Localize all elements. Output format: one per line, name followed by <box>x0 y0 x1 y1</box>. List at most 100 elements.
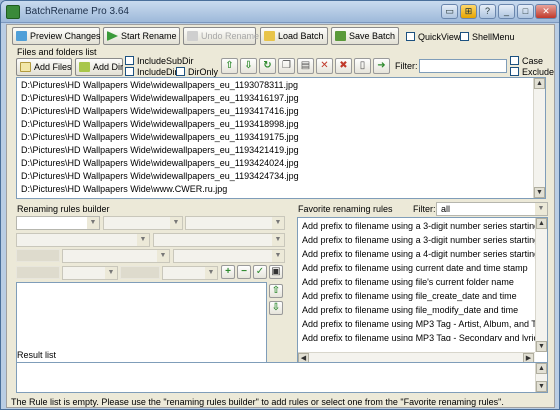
favorites-filter-select[interactable]: all ▼ <box>436 202 548 216</box>
add-rule-icon[interactable]: + <box>221 265 235 279</box>
rule-up-icon[interactable]: ⇧ <box>269 284 283 298</box>
rule-option-select-7[interactable]: ▼ <box>62 266 118 280</box>
apply-rule-icon[interactable]: ✓ <box>253 265 267 279</box>
list-item[interactable]: D:\Pictures\HD Wallpapers Wide\www.CWER.… <box>21 184 227 194</box>
refresh-icon[interactable]: ↻ <box>259 58 276 74</box>
list-item[interactable]: D:\Pictures\HD Wallpapers Wide\widewallp… <box>21 132 299 142</box>
chevron-down-icon: ▼ <box>272 217 284 229</box>
case-checkbox[interactable]: Case <box>510 56 543 66</box>
chevron-down-icon: ▼ <box>137 234 149 246</box>
document-icon[interactable]: ▯ <box>354 58 371 74</box>
shellmenu-checkbox[interactable]: ShellMenu <box>460 32 515 42</box>
quickview-box[interactable] <box>406 32 415 41</box>
list-item[interactable]: Add prefix to filename using a 3-digit n… <box>302 221 547 231</box>
load-batch-button[interactable]: Load Batch <box>260 27 328 45</box>
start-label: Start Rename <box>121 31 177 41</box>
dir-only-label: DirOnly <box>188 67 219 77</box>
files-list[interactable]: D:\Pictures\HD Wallpapers Wide\widewallp… <box>16 77 546 199</box>
add-dir-button[interactable]: Add Dir <box>75 58 123 76</box>
undo-label: Undo Rename <box>201 31 260 41</box>
scroll-up-icon[interactable]: ▲ <box>536 363 547 374</box>
play-icon <box>107 31 118 41</box>
exclude-label: Exclude <box>522 67 555 77</box>
add-folder-icon <box>79 62 90 72</box>
list-item[interactable]: Add prefix to filename using MP3 Tag - S… <box>302 333 547 341</box>
list-item[interactable]: Add prefix to filename using file_modify… <box>302 305 518 315</box>
move-up-icon[interactable]: ⇧ <box>221 58 238 74</box>
result-list[interactable]: ▲ ▼ <box>16 362 548 393</box>
list-item[interactable]: D:\Pictures\HD Wallpapers Wide\widewallp… <box>21 93 299 103</box>
list-item[interactable]: Add prefix to filename using a 3-digit n… <box>302 235 547 245</box>
minimize-icon[interactable]: _ <box>498 4 515 19</box>
chevron-down-icon: ▼ <box>105 267 117 279</box>
rule-type-select[interactable]: ▼ <box>16 216 100 230</box>
chevron-down-icon: ▼ <box>535 203 547 215</box>
maximize-icon[interactable]: □ <box>517 4 534 19</box>
list-item[interactable]: D:\Pictures\HD Wallpapers Wide\widewallp… <box>21 145 299 155</box>
preview-icon <box>16 31 27 41</box>
list-item[interactable]: D:\Pictures\HD Wallpapers Wide\widewallp… <box>21 106 299 116</box>
preview-changes-button[interactable]: Preview Changes <box>12 27 101 45</box>
app-icon <box>6 5 20 19</box>
list-item[interactable]: Add prefix to filename using MP3 Tag - A… <box>302 319 547 329</box>
list-item[interactable]: D:\Pictures\HD Wallpapers Wide\widewallp… <box>21 119 299 129</box>
rule-option-select-1[interactable]: ▼ <box>103 216 183 230</box>
list-item[interactable]: Add prefix to filename using current dat… <box>302 263 528 273</box>
paste-icon[interactable]: ▤ <box>297 58 314 74</box>
save-rule-icon[interactable]: ▣ <box>269 265 283 279</box>
help-icon[interactable]: ? <box>479 4 496 19</box>
shellmenu-box[interactable] <box>460 32 469 41</box>
windows-logo-icon[interactable]: ⊞ <box>460 4 477 19</box>
clear-list-icon[interactable]: ✖ <box>335 58 352 74</box>
add-files-label: Add Files <box>34 62 72 72</box>
exclude-checkbox[interactable]: Exclude <box>510 67 554 77</box>
list-item[interactable]: Add prefix to filename using a 4-digit n… <box>302 249 547 259</box>
result-scrollbar[interactable]: ▲ ▼ <box>535 363 547 392</box>
scroll-down-icon[interactable]: ▼ <box>534 187 545 198</box>
list-item[interactable]: Add prefix to filename using file_create… <box>302 291 517 301</box>
list-item[interactable]: D:\Pictures\HD Wallpapers Wide\widewallp… <box>21 158 299 168</box>
close-icon[interactable]: ✕ <box>535 4 557 19</box>
scroll-down-icon[interactable]: ▼ <box>536 381 547 392</box>
scroll-down-icon[interactable]: ▼ <box>536 341 547 352</box>
include-dir-box[interactable] <box>125 67 134 76</box>
include-subdir-box[interactable] <box>125 56 134 65</box>
rule-down-icon[interactable]: ⇩ <box>269 301 283 315</box>
undo-rename-button[interactable]: Undo Rename <box>183 27 260 45</box>
remove-rule-icon[interactable]: − <box>237 265 251 279</box>
favorites-list[interactable]: Add prefix to filename using a 3-digit n… <box>297 217 548 365</box>
list-item[interactable]: Add prefix to filename using file's curr… <box>302 277 514 287</box>
start-rename-button[interactable]: Start Rename <box>103 27 180 45</box>
copy-icon[interactable]: ❐ <box>278 58 295 74</box>
favorites-scrollbar[interactable]: ▲ ▼ <box>535 218 547 352</box>
list-item[interactable]: D:\Pictures\HD Wallpapers Wide\widewallp… <box>21 80 298 90</box>
list-item[interactable]: D:\Pictures\HD Wallpapers Wide\widewallp… <box>21 171 299 181</box>
dir-only-box[interactable] <box>176 67 185 76</box>
rule-option-select-2[interactable]: ▼ <box>185 216 285 230</box>
export-icon[interactable]: ➜ <box>373 58 390 74</box>
add-files-button[interactable]: Add Files <box>16 58 72 76</box>
save-batch-button[interactable]: Save Batch <box>331 27 399 45</box>
case-box[interactable] <box>510 56 519 65</box>
folder-open-icon <box>264 31 275 41</box>
screen-icon[interactable]: ▭ <box>441 4 458 19</box>
file-filter-input[interactable] <box>419 59 507 73</box>
scroll-up-icon[interactable]: ▲ <box>534 78 545 89</box>
include-dir-checkbox[interactable]: IncludeDir <box>125 67 178 77</box>
move-down-icon[interactable]: ⇩ <box>240 58 257 74</box>
quickview-checkbox[interactable]: QuickView <box>406 32 460 42</box>
save-label: Save Batch <box>349 31 396 41</box>
rule-param-cell <box>16 249 60 262</box>
scroll-up-icon[interactable]: ▲ <box>536 218 547 229</box>
files-scrollbar[interactable]: ▲ ▼ <box>533 78 545 198</box>
rule-option-select-6[interactable]: ▼ <box>173 249 285 263</box>
exclude-box[interactable] <box>510 67 519 76</box>
title-bar: BatchRename Pro 3.64 ▭ ⊞ ? _ □ ✕ <box>1 1 559 23</box>
rule-option-select-8[interactable]: ▼ <box>162 266 218 280</box>
remove-icon[interactable]: ✕ <box>316 58 333 74</box>
include-subdir-checkbox[interactable]: IncludeSubDir <box>125 56 194 66</box>
rule-option-select-3[interactable]: ▼ <box>16 233 150 247</box>
rule-option-select-4[interactable]: ▼ <box>153 233 285 247</box>
dir-only-checkbox[interactable]: DirOnly <box>176 67 218 77</box>
rule-option-select-5[interactable]: ▼ <box>62 249 170 263</box>
